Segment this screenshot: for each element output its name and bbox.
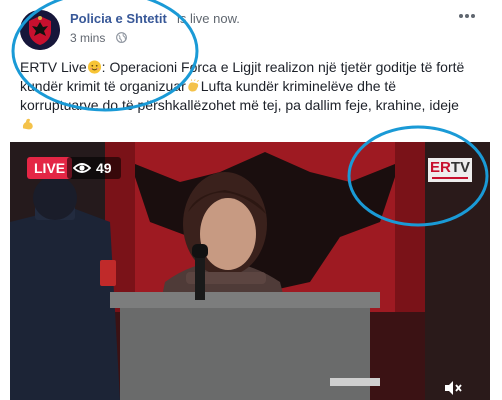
video-frame bbox=[10, 142, 490, 400]
page-name-link[interactable]: Policia e Shtetit bbox=[70, 11, 167, 26]
globe-icon bbox=[116, 32, 127, 43]
live-status-text: is live now. bbox=[177, 11, 240, 26]
post-timestamp[interactable]: 3 mins bbox=[70, 31, 105, 45]
post-message: ERTV Live : Operacioni Forca e Ligjit rea… bbox=[20, 58, 490, 134]
more-options-icon[interactable] bbox=[457, 8, 477, 24]
post-text-line-3: korruptuarve do të përshkallëzohet më te… bbox=[20, 97, 459, 113]
post-text-line-2: kundër krimit të organizuar Lufta kundër … bbox=[20, 77, 490, 96]
police-badge-icon bbox=[20, 10, 60, 50]
eye-icon bbox=[73, 163, 91, 173]
page-avatar[interactable] bbox=[20, 10, 60, 50]
logo-dark-text: TV bbox=[450, 159, 470, 176]
viewer-count: 49 bbox=[96, 160, 112, 176]
live-video-player[interactable] bbox=[10, 142, 490, 400]
post-text-segment: Lufta kundër kriminelëve dhe të bbox=[200, 78, 397, 94]
live-badge: LIVE bbox=[27, 157, 73, 179]
logo-underline bbox=[432, 177, 468, 179]
post-text-segment: kundër krimit të organizuar bbox=[20, 78, 186, 94]
ertv-channel-logo: ERTV bbox=[428, 158, 472, 182]
post-text-segment: ERTV Live bbox=[20, 59, 87, 75]
flexed-biceps-emoji-icon bbox=[22, 118, 33, 130]
smiley-emoji-icon bbox=[87, 60, 101, 74]
post-text-line-4 bbox=[20, 115, 490, 134]
clapping-hands-emoji-icon bbox=[188, 79, 199, 92]
viewer-count-badge: 49 bbox=[67, 157, 121, 179]
speaker-muted-icon[interactable] bbox=[442, 378, 462, 398]
logo-red-text: ER bbox=[429, 159, 451, 176]
post-text-line-1: ERTV Live : Operacioni Forca e Ligjit rea… bbox=[20, 58, 490, 77]
page-left-margin bbox=[0, 0, 10, 400]
post-text-segment: : Operacioni Forca e Ligjit realizon një… bbox=[101, 59, 465, 75]
facebook-post: Policia e Shtetit is live now. 3 mins ER… bbox=[0, 0, 502, 400]
